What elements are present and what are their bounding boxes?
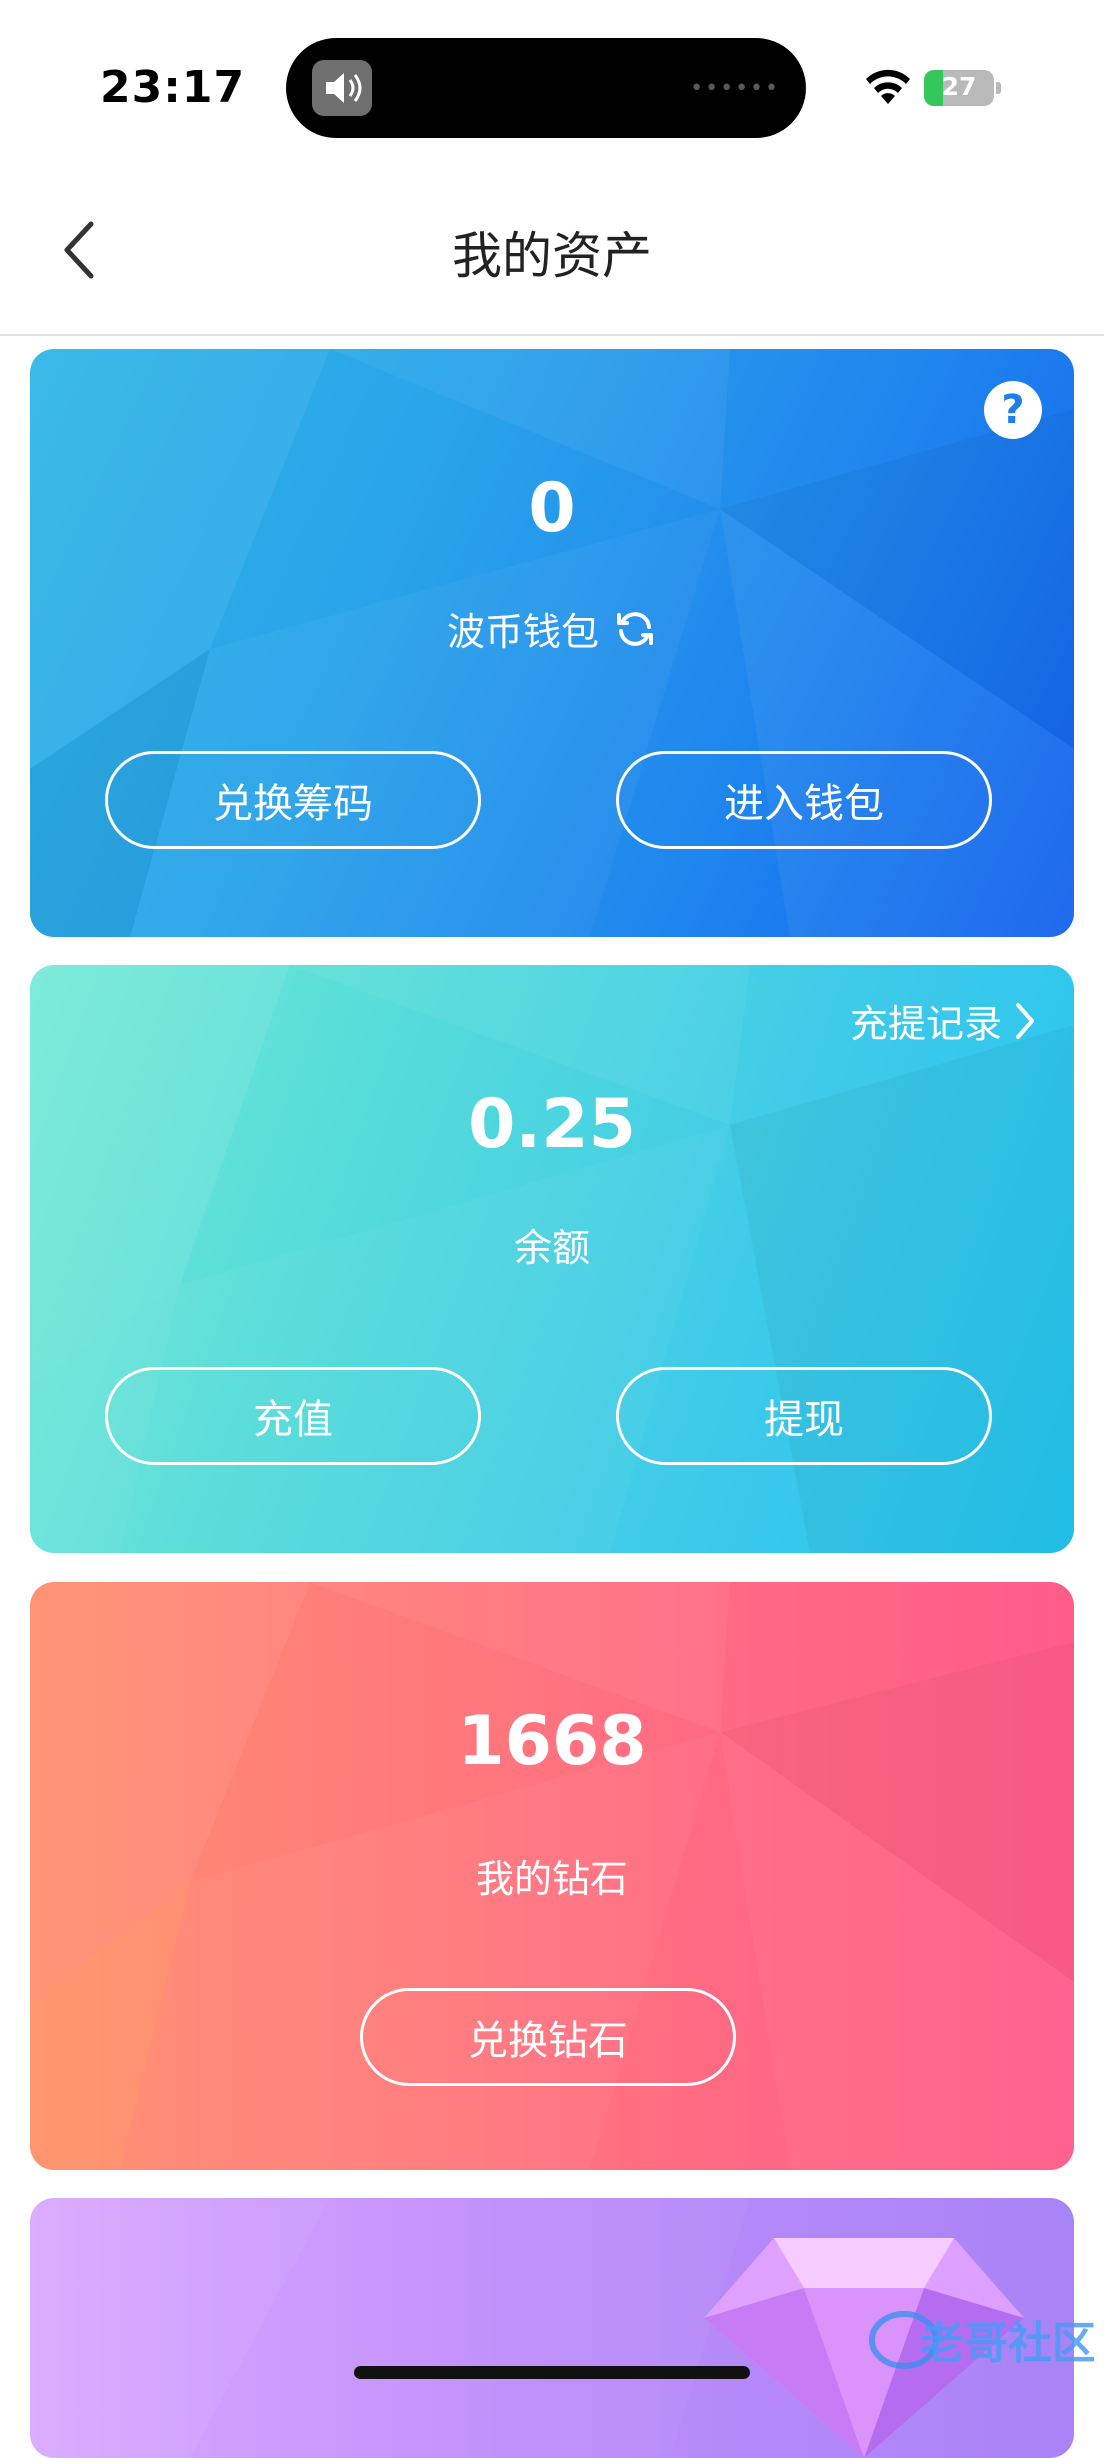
wallet-label-row: 波币钱包 xyxy=(30,601,1074,656)
withdraw-button[interactable]: 提现 xyxy=(616,1367,992,1465)
status-bar: 23:17 •••••• 27 xyxy=(0,0,1104,170)
wallet-amount: 0 xyxy=(528,469,576,548)
exchange-diamonds-button[interactable]: 兑换钻石 xyxy=(360,1988,736,2086)
nav-bar: 我的资产 xyxy=(0,170,1104,336)
recharge-button[interactable]: 充值 xyxy=(105,1367,481,1465)
enter-wallet-button[interactable]: 进入钱包 xyxy=(616,751,992,849)
recharge-records-link[interactable]: 充提记录 xyxy=(850,993,1038,1048)
status-time: 23:17 xyxy=(100,62,246,113)
records-link-label: 充提记录 xyxy=(849,1002,1002,1046)
diamonds-label: 我的钻石 xyxy=(475,1857,628,1901)
dynamic-island: •••••• xyxy=(286,38,806,138)
battery-cap xyxy=(996,82,1001,94)
balance-label: 余额 xyxy=(513,1226,590,1270)
balance-card: 充提记录 0.25 余额 充值 提现 xyxy=(30,965,1074,1553)
battery-icon: 27 xyxy=(924,70,994,106)
refresh-icon[interactable] xyxy=(613,607,657,651)
watermark-logo: 老哥社区 xyxy=(864,2304,1096,2374)
diamonds-amount: 1668 xyxy=(457,1702,647,1781)
wifi-icon xyxy=(862,66,914,106)
exchange-chips-button[interactable]: 兑换筹码 xyxy=(105,751,481,849)
battery-level: 27 xyxy=(941,72,977,101)
chevron-right-icon xyxy=(1016,1002,1034,1039)
watermark-text: 老哥社区 xyxy=(920,2318,1094,2369)
wallet-label: 波币钱包 xyxy=(446,610,599,654)
question-icon[interactable]: ? xyxy=(984,381,1042,439)
wallet-card: ? 0 波币钱包 兑换筹码 进入钱包 xyxy=(30,349,1074,937)
home-indicator xyxy=(354,2366,750,2379)
balance-amount: 0.25 xyxy=(468,1085,636,1164)
island-dots-icon: •••••• xyxy=(690,76,780,101)
diamonds-card: 1668 我的钻石 兑换钻石 xyxy=(30,1582,1074,2170)
page-title: 我的资产 xyxy=(452,227,652,285)
speaker-icon xyxy=(312,60,372,116)
